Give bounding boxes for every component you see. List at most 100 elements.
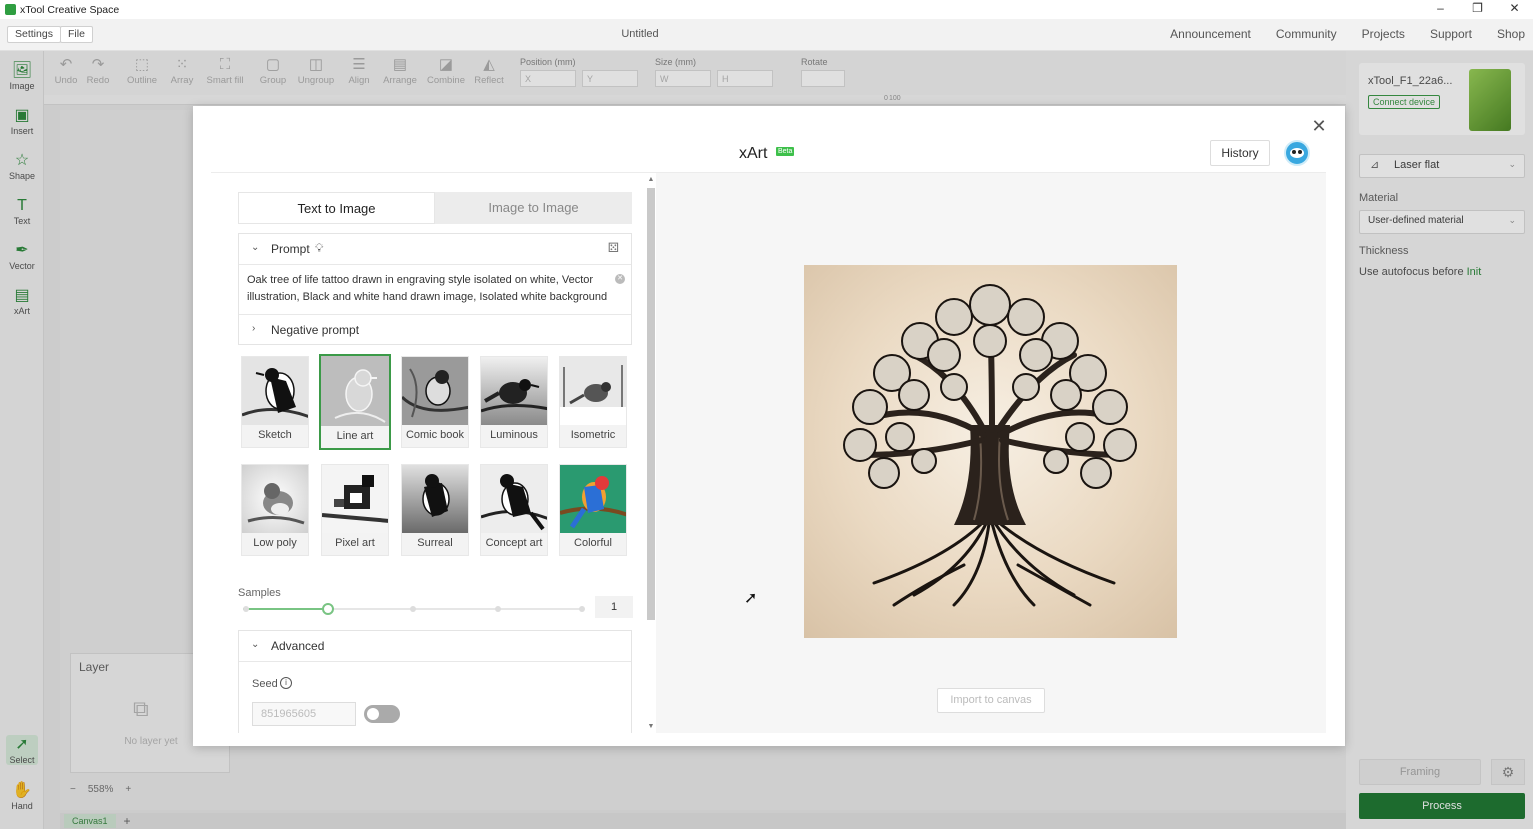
style-card-sketch[interactable]: Sketch bbox=[241, 356, 309, 448]
restore-button[interactable]: ❐ bbox=[1459, 0, 1496, 19]
bird-icon bbox=[560, 476, 626, 529]
window-controls: – ❐ ✕ bbox=[1422, 0, 1533, 19]
slider-stop-3 bbox=[410, 606, 416, 612]
chevron-down-icon: ⌄ bbox=[251, 639, 260, 650]
prompt-title: Prompt bbox=[271, 242, 310, 256]
style-thumb-line-art bbox=[321, 356, 389, 426]
style-label-low-poly: Low poly bbox=[253, 537, 297, 549]
samples-slider-handle[interactable] bbox=[322, 603, 334, 615]
advanced-header[interactable]: ⌄ Advanced bbox=[239, 631, 631, 662]
minimize-button[interactable]: – bbox=[1422, 0, 1459, 19]
menu-bar: Settings File Untitled Announcement Comm… bbox=[0, 19, 1533, 51]
seed-label: Seed bbox=[252, 678, 278, 690]
slider-stop-4 bbox=[495, 606, 501, 612]
style-label-colorful: Colorful bbox=[574, 537, 612, 549]
style-card-luminous[interactable]: Luminous bbox=[480, 356, 548, 448]
oak-tree-illustration bbox=[843, 284, 1137, 607]
settings-scrollbar[interactable]: ▲ ▼ bbox=[646, 176, 656, 733]
style-thumb-concept-art bbox=[481, 465, 547, 533]
samples-label: Samples bbox=[238, 587, 281, 599]
history-button[interactable]: History bbox=[1210, 140, 1270, 166]
style-card-surreal[interactable]: Surreal bbox=[401, 464, 469, 556]
chevron-right-icon: › bbox=[252, 323, 256, 334]
document-title: Untitled bbox=[621, 28, 659, 40]
bird-icon bbox=[334, 369, 386, 423]
style-card-pixel-art[interactable]: Pixel art bbox=[321, 464, 389, 556]
close-window-button[interactable]: ✕ bbox=[1496, 0, 1533, 19]
shop-link[interactable]: Shop bbox=[1497, 27, 1525, 41]
style-thumb-comic-book bbox=[402, 357, 468, 425]
scroll-down-icon[interactable]: ▼ bbox=[646, 723, 656, 730]
bird-icon bbox=[402, 368, 468, 418]
close-modal-button[interactable]: ✕ bbox=[1310, 116, 1328, 137]
chevron-down-icon: ⌄ bbox=[251, 242, 260, 253]
style-card-comic-book[interactable]: Comic book bbox=[401, 356, 469, 448]
style-thumb-isometric bbox=[560, 357, 626, 425]
style-label-comic-book: Comic book bbox=[405, 429, 465, 441]
negative-prompt-title: Negative prompt bbox=[271, 323, 360, 337]
app-logo-icon bbox=[5, 4, 16, 15]
tab-text-to-image[interactable]: Text to Image bbox=[238, 192, 435, 224]
generated-image[interactable] bbox=[804, 265, 1177, 638]
avatar-eye-left bbox=[1292, 150, 1296, 154]
bird-icon bbox=[481, 474, 547, 531]
style-label-line-art: Line art bbox=[336, 430, 374, 442]
scroll-thumb[interactable] bbox=[647, 188, 655, 620]
style-thumb-luminous bbox=[481, 357, 547, 425]
seed-toggle[interactable] bbox=[364, 705, 400, 723]
advanced-title: Advanced bbox=[271, 639, 325, 653]
mouse-cursor-icon: ➚ bbox=[744, 590, 758, 607]
samples-slider-fill bbox=[243, 608, 328, 610]
dice-icon[interactable]: ⚄ bbox=[608, 240, 619, 256]
style-label-sketch: Sketch bbox=[258, 429, 292, 441]
style-label-luminous: Luminous bbox=[490, 429, 538, 441]
bird-icon bbox=[560, 365, 626, 425]
import-to-canvas-button[interactable]: Import to canvas bbox=[937, 688, 1045, 713]
slider-stop-5 bbox=[579, 606, 585, 612]
tab-image-to-image[interactable]: Image to Image bbox=[435, 192, 632, 224]
prompt-section: ⌄ Prompt 💡︎ ⚄ Oak tree of life tattoo dr… bbox=[238, 233, 632, 345]
style-label-pixel-art: Pixel art bbox=[335, 537, 375, 549]
style-thumb-surreal bbox=[402, 465, 468, 533]
samples-value-input[interactable]: 1 bbox=[595, 596, 633, 618]
prompt-header[interactable]: ⌄ Prompt 💡︎ ⚄ bbox=[239, 234, 631, 265]
info-icon[interactable]: i bbox=[280, 677, 292, 689]
title-bar: xTool Creative Space – ❐ ✕ bbox=[0, 0, 1533, 19]
style-card-line-art[interactable]: Line art bbox=[319, 354, 391, 450]
style-card-colorful[interactable]: Colorful bbox=[559, 464, 627, 556]
samples-slider[interactable] bbox=[243, 603, 585, 615]
negative-prompt-row[interactable]: › Negative prompt bbox=[239, 314, 631, 345]
bird-icon bbox=[481, 379, 547, 413]
advanced-section: ⌄ Advanced Seed i 851965605 bbox=[238, 630, 632, 733]
xart-modal: xArt Beta History ✕ Text to Image Image … bbox=[193, 106, 1345, 746]
style-label-surreal: Surreal bbox=[417, 537, 453, 549]
announcement-link[interactable]: Announcement bbox=[1170, 27, 1251, 41]
style-card-concept-art[interactable]: Concept art bbox=[480, 464, 548, 556]
avatar-eye-right bbox=[1298, 150, 1302, 154]
seed-input[interactable]: 851965605 bbox=[252, 702, 356, 726]
generation-settings-pane: Text to Image Image to Image ⌄ Prompt 💡︎… bbox=[211, 173, 647, 733]
avatar[interactable] bbox=[1284, 140, 1310, 166]
bird-icon bbox=[422, 474, 450, 517]
style-label-isometric: Isometric bbox=[570, 429, 616, 441]
modal-title: xArt bbox=[739, 145, 768, 162]
style-thumb-sketch bbox=[242, 357, 308, 425]
top-links: Announcement Community Projects Support … bbox=[1170, 27, 1525, 41]
style-thumb-colorful bbox=[560, 465, 626, 533]
clear-prompt-icon[interactable]: ✕ bbox=[615, 274, 625, 284]
style-thumb-low-poly bbox=[242, 465, 308, 533]
community-link[interactable]: Community bbox=[1276, 27, 1337, 41]
prompt-textarea[interactable]: Oak tree of life tattoo drawn in engravi… bbox=[247, 272, 617, 306]
slider-stop-1 bbox=[243, 606, 249, 612]
bird-icon bbox=[247, 483, 305, 525]
lightbulb-icon[interactable]: 💡︎ bbox=[315, 241, 323, 256]
scroll-up-icon[interactable]: ▲ bbox=[646, 176, 656, 183]
beta-badge: Beta bbox=[776, 147, 795, 156]
style-card-isometric[interactable]: Isometric bbox=[559, 356, 627, 448]
result-preview-pane: Import to canvas bbox=[656, 173, 1326, 733]
app-title: xTool Creative Space bbox=[20, 3, 120, 16]
support-link[interactable]: Support bbox=[1430, 27, 1472, 41]
style-card-low-poly[interactable]: Low poly bbox=[241, 464, 309, 556]
projects-link[interactable]: Projects bbox=[1362, 27, 1405, 41]
mode-tabs: Text to Image Image to Image bbox=[238, 192, 632, 224]
